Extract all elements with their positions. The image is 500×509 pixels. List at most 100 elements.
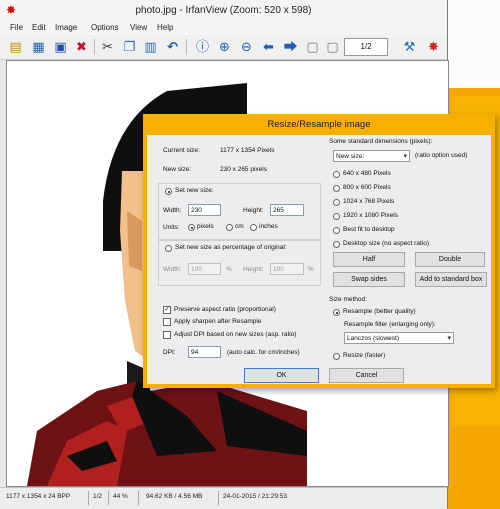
status-separator <box>138 491 139 505</box>
best-fit-desktop-radio[interactable] <box>333 227 340 234</box>
std-option-1024-label: 1024 x 768 Pixels <box>343 198 395 205</box>
resize-dialog: Resize/Resample image Current size: 1177… <box>143 114 495 388</box>
height-label: Height: <box>243 207 264 214</box>
next-page-icon[interactable]: ▢ <box>324 38 341 55</box>
add-to-standard-button[interactable]: Add to standard box <box>415 272 487 287</box>
menu-view[interactable]: View <box>130 23 147 32</box>
desktop-size-label: Desktop size (no aspect ratio) <box>343 240 429 247</box>
dialog-title[interactable]: Resize/Resample image <box>143 119 495 130</box>
best-fit-desktop-label: Best fit to desktop <box>343 226 395 233</box>
status-filesize: 94.62 KB / 4.56 MB <box>146 493 203 500</box>
desktop-size-radio[interactable] <box>333 241 340 248</box>
adjust-dpi-label: Adjust DPI based on new sizes (asp. rati… <box>174 331 297 338</box>
thumbnails-icon[interactable]: ▦ <box>30 38 47 55</box>
std-option-800-radio[interactable] <box>333 185 340 192</box>
std-option-1024-radio[interactable] <box>333 199 340 206</box>
status-separator <box>88 491 89 505</box>
status-datetime: 24-01-2015 / 21:29:53 <box>223 493 287 500</box>
pct-width-label: Width: <box>163 266 182 273</box>
width-label: Width: <box>163 207 182 214</box>
standard-dims-select[interactable]: New size: <box>333 150 410 162</box>
delete-icon[interactable]: ✖ <box>73 38 90 55</box>
menu-file[interactable]: File <box>10 23 23 32</box>
set-percentage-label: Set new size as percentage of original: <box>175 244 287 251</box>
toolbar-separator <box>94 39 95 55</box>
pct-height-percent: % <box>308 266 314 273</box>
std-option-1920-radio[interactable] <box>333 213 340 220</box>
pct-width-input[interactable]: 100 <box>188 263 221 275</box>
menu-image[interactable]: Image <box>55 23 77 32</box>
apply-sharpen-label: Apply sharpen after Resample <box>174 318 262 325</box>
apply-sharpen-checkbox[interactable] <box>163 318 171 326</box>
open-icon[interactable]: ▤ <box>7 38 24 55</box>
status-page: 1/2 <box>93 493 103 500</box>
status-separator <box>108 491 109 505</box>
next-icon[interactable]: ⮕ <box>282 38 299 55</box>
dpi-label: DPI: <box>163 349 176 356</box>
cancel-button[interactable]: Cancel <box>329 368 404 383</box>
preserve-aspect-checkbox[interactable]: ✓ <box>163 306 171 314</box>
resample-filter-select[interactable]: Lanczos (slowest) <box>344 332 454 344</box>
resample-radio[interactable] <box>333 309 340 316</box>
resample-filter-label: Resample filter (enlarging only): <box>344 321 436 328</box>
previous-icon[interactable]: ⬅ <box>260 38 277 55</box>
status-zoom: 44 % <box>113 493 128 500</box>
title-bar[interactable]: ✸ photo.jpg - IrfanView (Zoom: 520 x 598… <box>0 0 447 22</box>
undo-icon[interactable]: ↶ <box>164 38 181 55</box>
unit-pixels-radio[interactable] <box>188 224 195 231</box>
toolbar: ▤ ▦ ▣ ✖ ✂ ❐ ▥ ↶ ⓘ ⊕ ⊖ ⬅ ⮕ ▢ ▢ 1/2 ⚒ ✸ <box>0 35 447 60</box>
std-option-640-radio[interactable] <box>333 171 340 178</box>
desktop-background <box>447 0 500 88</box>
zoom-out-icon[interactable]: ⊖ <box>238 38 255 55</box>
new-size-value: 230 x 265 pixels <box>220 166 267 173</box>
status-bar: 1177 x 1354 x 24 BPP 1/2 44 % 94.62 KB /… <box>0 487 447 509</box>
unit-pixels-label: pixels <box>197 223 214 230</box>
resize-faster-radio[interactable] <box>333 353 340 360</box>
preserve-aspect-label: Preserve aspect ratio (proportional) <box>174 306 276 313</box>
menu-options[interactable]: Options <box>91 23 119 32</box>
resample-label: Resample (better quality) <box>343 308 416 315</box>
copy-icon[interactable]: ❐ <box>121 38 138 55</box>
zoom-in-icon[interactable]: ⊕ <box>216 38 233 55</box>
current-size-value: 1177 x 1354 Pixels <box>220 147 275 154</box>
unit-cm-radio[interactable] <box>226 224 233 231</box>
cut-icon[interactable]: ✂ <box>99 38 116 55</box>
std-option-1920-label: 1920 x 1080 Pixels <box>343 212 398 219</box>
units-label: Units: <box>163 224 180 231</box>
set-new-size-label: Set new size: <box>175 187 214 194</box>
height-input[interactable]: 265 <box>270 204 304 216</box>
dpi-input[interactable]: 94 <box>188 346 221 358</box>
menu-help[interactable]: Help <box>157 23 173 32</box>
status-separator <box>218 491 219 505</box>
window-title: photo.jpg - IrfanView (Zoom: 520 x 598) <box>135 5 312 16</box>
width-input[interactable]: 230 <box>188 204 221 216</box>
pct-height-input[interactable]: 100 <box>270 263 304 275</box>
save-icon[interactable]: ▣ <box>52 38 69 55</box>
status-dimensions: 1177 x 1354 x 24 BPP <box>6 493 71 500</box>
double-button[interactable]: Double <box>415 252 485 267</box>
size-method-label: Size method: <box>329 296 367 303</box>
irfanview-icon[interactable]: ✸ <box>425 38 442 55</box>
half-button[interactable]: Half <box>333 252 405 267</box>
toolbar-separator <box>186 39 187 55</box>
menu-edit[interactable]: Edit <box>32 23 46 32</box>
dpi-note: (auto calc. for cm/inches) <box>227 349 300 356</box>
pct-height-label: Height: <box>243 266 264 273</box>
adjust-dpi-checkbox[interactable] <box>163 331 171 339</box>
info-icon[interactable]: ⓘ <box>194 38 211 55</box>
set-percentage-radio[interactable] <box>165 245 172 252</box>
paste-icon[interactable]: ▥ <box>142 38 159 55</box>
previous-page-icon[interactable]: ▢ <box>304 38 321 55</box>
unit-cm-label: cm <box>235 223 244 230</box>
swap-sides-button[interactable]: Swap sides <box>333 272 405 287</box>
page-indicator[interactable]: 1/2 <box>344 38 388 56</box>
ok-button[interactable]: OK <box>244 368 319 383</box>
settings-icon[interactable]: ⚒ <box>401 38 418 55</box>
new-size-label: New size: <box>163 166 192 173</box>
unit-inches-radio[interactable] <box>250 224 257 231</box>
dialog-body: Current size: 1177 x 1354 Pixels New siz… <box>147 135 491 384</box>
std-option-640-label: 640 x 480 Pixels <box>343 170 391 177</box>
standard-dims-label: Some standard dimensions (pixels): <box>329 138 433 145</box>
set-new-size-radio[interactable] <box>165 188 172 195</box>
pct-width-percent: % <box>226 266 232 273</box>
